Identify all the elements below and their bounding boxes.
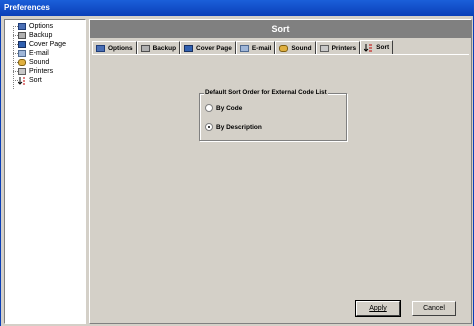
content-panel: Sort Options Backup Cover Page E-mail So… [89, 19, 472, 324]
email-icon [18, 50, 26, 57]
cover-page-icon [18, 41, 26, 48]
printer-icon [319, 44, 329, 52]
sort-order-group: Default Sort Order for External Code Lis… [199, 89, 347, 141]
tree-item-label: Options [29, 23, 54, 30]
radio-label: By Description [216, 123, 262, 131]
preferences-tree[interactable]: Options Backup Cover Page E-mail Sound P… [4, 19, 86, 324]
radio-button-selected[interactable] [205, 123, 213, 131]
backup-icon [140, 44, 150, 52]
sort-icon [17, 77, 26, 85]
by-description-radio[interactable]: By Description [205, 123, 262, 131]
radio-label: By Code [216, 104, 243, 112]
tree-item-options[interactable]: Options [18, 22, 53, 31]
tab-cover-page[interactable]: Cover Page [180, 41, 236, 54]
by-code-radio[interactable]: By Code [205, 104, 242, 112]
apply-button[interactable]: Apply [355, 300, 401, 317]
tab-strip: Options Backup Cover Page E-mail Sound P… [92, 40, 394, 54]
tab-label: Backup [152, 44, 177, 52]
page-title: Sort [90, 20, 471, 38]
tab-email[interactable]: E-mail [235, 41, 276, 54]
group-legend: Default Sort Order for External Code Lis… [204, 89, 328, 96]
window-title: Preferences [0, 0, 474, 16]
tab-printers[interactable]: Printers [315, 41, 361, 54]
apply-button-label: Apply [369, 305, 387, 312]
printer-icon [18, 68, 26, 75]
cancel-button[interactable]: Cancel [412, 301, 456, 316]
tab-sort[interactable]: Sort [360, 40, 394, 54]
cover-page-icon [184, 44, 194, 52]
cancel-button-label: Cancel [423, 305, 445, 312]
tree-item-sound[interactable]: Sound [18, 58, 49, 67]
window-body: Options Backup Cover Page E-mail Sound P… [0, 16, 474, 326]
sort-tab-panel: Default Sort Order for External Code Lis… [92, 54, 469, 322]
tree-item-label: Sound [29, 59, 50, 66]
tab-label: Cover Page [196, 44, 232, 52]
tree-item-label: Backup [29, 32, 53, 39]
sound-icon [279, 44, 289, 52]
tree-item-label: E-mail [29, 50, 49, 57]
tree-item-label: Cover Page [29, 41, 66, 48]
sound-icon [18, 59, 26, 66]
radio-button[interactable] [205, 104, 213, 112]
tab-label: Sound [291, 44, 312, 52]
tree-item-cover-page[interactable]: Cover Page [18, 40, 66, 49]
tab-backup[interactable]: Backup [136, 41, 181, 54]
tree-item-email[interactable]: E-mail [18, 49, 49, 58]
tab-label: Printers [331, 44, 357, 52]
tree-item-label: Sort [29, 77, 42, 84]
options-icon [18, 23, 26, 30]
tree-item-backup[interactable]: Backup [18, 31, 52, 40]
tab-label: Sort [376, 44, 390, 51]
sort-icon [363, 44, 373, 52]
backup-icon [18, 32, 26, 39]
email-icon [239, 44, 249, 52]
tree-item-printers[interactable]: Printers [18, 67, 53, 76]
tab-label: E-mail [251, 44, 272, 52]
tab-sound[interactable]: Sound [275, 41, 316, 54]
tab-options[interactable]: Options [92, 41, 137, 54]
tree-item-label: Printers [29, 68, 54, 75]
tree-item-sort[interactable]: Sort [17, 76, 42, 85]
options-icon [96, 44, 105, 52]
tab-label: Options [108, 44, 133, 52]
